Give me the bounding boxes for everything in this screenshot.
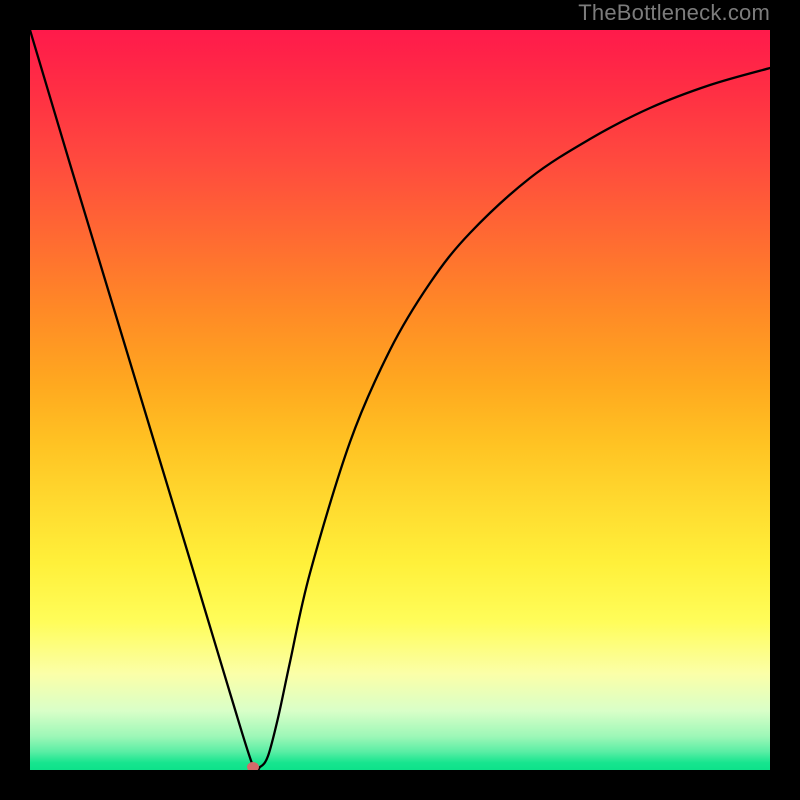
curve-svg [30, 30, 770, 770]
minimum-marker [247, 762, 259, 770]
bottleneck-curve [30, 30, 770, 770]
chart-stage: TheBottleneck.com [0, 0, 800, 800]
plot-area [30, 30, 770, 770]
watermark-text: TheBottleneck.com [578, 0, 770, 26]
